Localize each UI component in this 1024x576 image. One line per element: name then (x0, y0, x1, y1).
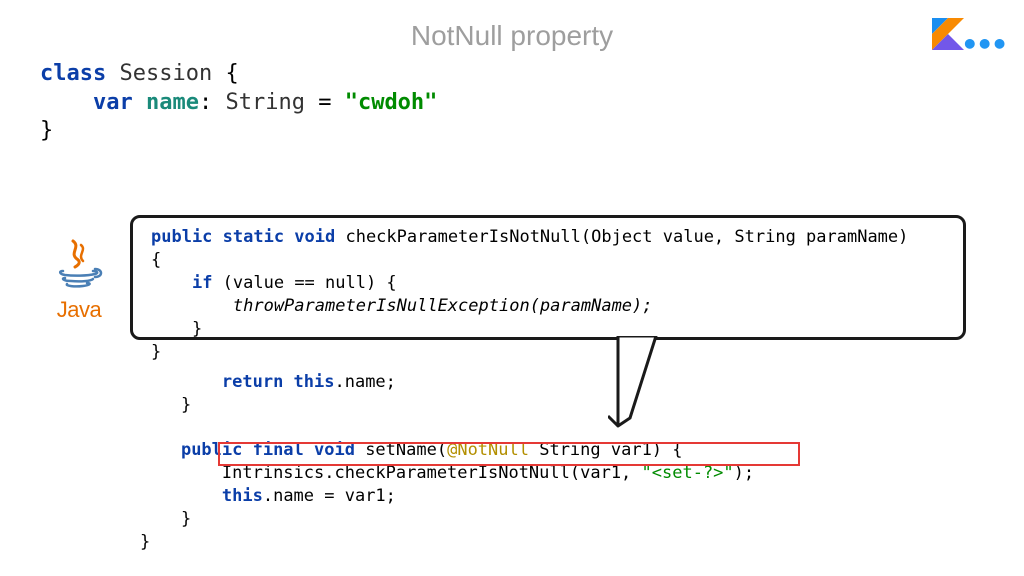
text: (value == null) { (212, 273, 396, 293)
text: } (151, 342, 161, 362)
text (40, 90, 93, 115)
keyword: public static void (151, 227, 335, 247)
string-literal: "<set-?>" (642, 463, 734, 483)
keyword: this (222, 486, 263, 506)
text: (Object value, String paramName) (581, 227, 909, 247)
callout-bubble: public static void checkParameterIsNotNu… (130, 215, 966, 340)
text: : (199, 90, 226, 115)
text: = (305, 90, 345, 115)
text (140, 440, 181, 460)
text (140, 463, 222, 483)
java-label: Java (44, 297, 114, 323)
text: { (212, 61, 239, 86)
class-name: Session (119, 61, 212, 86)
text: } (40, 118, 53, 143)
keyword: if (192, 273, 212, 293)
text: } (140, 509, 191, 529)
text: } (140, 532, 150, 552)
slide-title: NotNull property (0, 20, 1024, 52)
text (140, 372, 222, 392)
type: String (225, 90, 304, 115)
text (151, 273, 192, 293)
text (140, 486, 222, 506)
keyword: var (93, 90, 133, 115)
text: .name; (334, 372, 395, 392)
text: throwParameterIsNullException(paramName)… (151, 296, 653, 316)
keyword: return this (222, 372, 335, 392)
kotlin-logo-icon (932, 18, 964, 50)
method-name: setName (355, 440, 437, 460)
text: ); (734, 463, 754, 483)
text: ( (437, 440, 447, 460)
method-name: checkParameterIsNotNull (335, 227, 581, 247)
java-logo-icon: Java (44, 235, 114, 323)
call: Intrinsics.checkParameterIsNotNull(var1, (222, 463, 642, 483)
text: } (140, 395, 191, 415)
var-name: name (146, 90, 199, 115)
text: .name = var1; (263, 486, 396, 506)
kotlin-code-block: class Session { var name: String = "cwdo… (40, 60, 437, 146)
annotation: @NotNull (447, 440, 529, 460)
text: { (151, 250, 161, 270)
keyword: class (40, 61, 106, 86)
menu-dots-icon: ••• (961, 28, 1006, 61)
string-literal: "cwdoh" (345, 90, 438, 115)
keyword: public final void (181, 440, 355, 460)
text: } (151, 319, 202, 339)
